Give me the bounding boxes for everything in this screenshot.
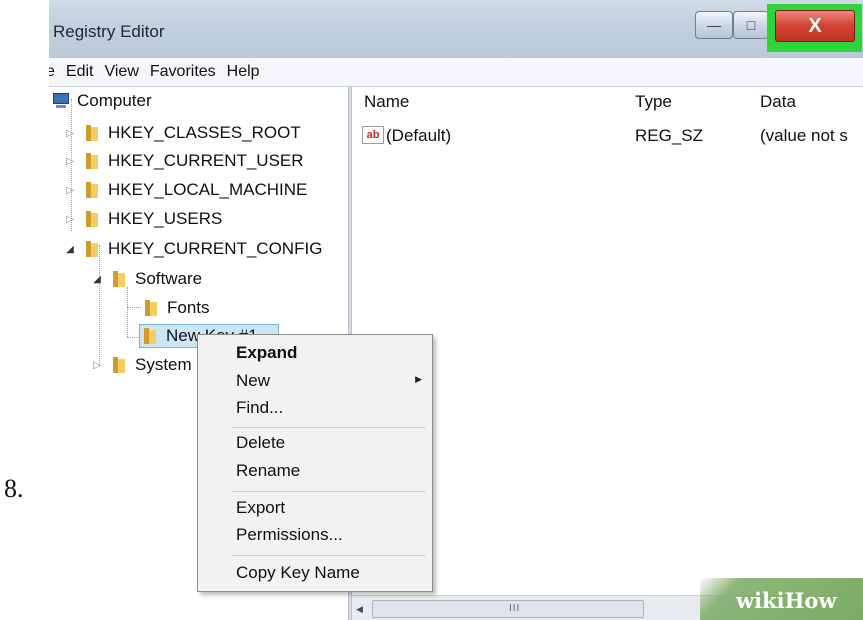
expand-arrow-icon[interactable]: ▷ <box>64 128 76 139</box>
folder-icon <box>82 125 100 141</box>
registry-editor-window: Registry Editor — □ X e Edit View Favori… <box>49 0 863 620</box>
menu-item-new[interactable]: New <box>236 371 270 391</box>
menu-separator <box>232 427 426 428</box>
column-header-data[interactable]: Data <box>760 92 796 112</box>
tree-item-label: Computer <box>77 91 152 110</box>
collapse-arrow-icon[interactable]: ◢ <box>64 244 76 255</box>
collapse-arrow-icon[interactable]: ◢ <box>91 274 103 285</box>
expand-arrow-icon[interactable]: ▷ <box>64 156 76 167</box>
menu-item-export[interactable]: Export <box>236 498 285 518</box>
folder-open-icon <box>82 241 100 257</box>
menu-edit[interactable]: Edit <box>66 63 94 81</box>
folder-icon <box>141 300 159 316</box>
tree-item-software[interactable]: ◢ Software <box>91 267 202 291</box>
watermark-text: wikiHow <box>736 588 837 613</box>
menu-item-delete[interactable]: Delete <box>236 433 285 453</box>
tree-connector <box>127 287 128 337</box>
maximize-button[interactable]: □ <box>733 11 769 39</box>
column-header-type[interactable]: Type <box>635 92 672 112</box>
tree-item-label: Software <box>135 269 203 288</box>
menu-item-find[interactable]: Find... <box>236 398 283 418</box>
value-data: (value not s <box>760 126 848 145</box>
expand-arrow-icon[interactable]: ▷ <box>91 360 103 371</box>
tree-connector <box>127 307 141 308</box>
menu-bar: e Edit View Favorites Help <box>49 58 863 87</box>
submenu-arrow-icon: ▶ <box>415 374 422 384</box>
tree-item-hkey-classes-root[interactable]: ▷ HKEY_CLASSES_ROOT <box>64 121 301 145</box>
scroll-thumb[interactable]: III <box>372 600 644 618</box>
tree-item-label: HKEY_LOCAL_MACHINE <box>108 180 308 199</box>
tree-item-hkey-current-user[interactable]: ▷ HKEY_CURRENT_USER <box>64 149 304 173</box>
list-header: Name Type Data <box>352 87 863 113</box>
menu-item-permissions[interactable]: Permissions... <box>236 525 343 545</box>
close-button[interactable]: X <box>775 10 855 42</box>
tree-item-label: System <box>135 355 192 374</box>
tree-item-label: HKEY_CURRENT_USER <box>108 151 304 170</box>
scroll-left-arrow-icon[interactable]: ◀ <box>356 604 363 615</box>
string-value-icon: ab <box>362 126 384 144</box>
tree-item-hkey-current-config[interactable]: ◢ HKEY_CURRENT_CONFIG <box>64 237 322 261</box>
menu-file[interactable]: e <box>49 63 55 81</box>
tree-item-computer[interactable]: Computer <box>51 89 152 113</box>
title-bar[interactable]: Registry Editor — □ X <box>49 0 863 58</box>
expand-arrow-icon[interactable]: ▷ <box>64 185 76 196</box>
context-menu: Expand New ▶ Find... Delete Rename Expor… <box>197 334 433 592</box>
step-number: 8. <box>4 474 24 503</box>
menu-help[interactable]: Help <box>227 63 260 81</box>
scroll-grip-icon: III <box>509 603 521 614</box>
minimize-button[interactable]: — <box>695 11 733 39</box>
computer-icon <box>51 93 71 109</box>
close-icon: X <box>808 14 822 37</box>
maximize-icon: □ <box>746 17 756 33</box>
tree-item-label: HKEY_CURRENT_CONFIG <box>108 239 323 258</box>
list-row[interactable]: ab (Default) REG_SZ (value not s <box>352 123 863 147</box>
menu-separator <box>232 491 426 492</box>
value-type: REG_SZ <box>635 126 704 145</box>
menu-view[interactable]: View <box>104 63 138 81</box>
folder-icon <box>82 182 100 198</box>
tree-item-hkey-local-machine[interactable]: ▷ HKEY_LOCAL_MACHINE <box>64 178 307 202</box>
tree-item-fonts[interactable]: Fonts <box>141 296 210 320</box>
folder-icon <box>82 211 100 227</box>
tree-item-label: HKEY_CLASSES_ROOT <box>108 123 301 142</box>
value-name: (Default) <box>386 126 452 145</box>
tree-item-hkey-users[interactable]: ▷ HKEY_USERS <box>64 207 222 231</box>
menu-item-rename[interactable]: Rename <box>236 461 300 481</box>
tree-item-label: Fonts <box>167 298 210 317</box>
expand-arrow-icon[interactable]: ▷ <box>64 214 76 225</box>
column-header-name[interactable]: Name <box>364 92 409 112</box>
tree-item-system[interactable]: ▷ System <box>91 353 192 377</box>
menu-item-copy-key-name[interactable]: Copy Key Name <box>236 563 360 583</box>
menu-item-expand[interactable]: Expand <box>236 343 297 363</box>
folder-icon <box>140 328 158 344</box>
minimize-icon: — <box>707 17 721 33</box>
editor-content: Computer ▷ HKEY_CLASSES_ROOT ▷ HKEY_CURR… <box>49 87 863 620</box>
folder-icon <box>109 357 127 373</box>
tree-connector <box>99 245 100 365</box>
folder-icon <box>82 153 100 169</box>
menu-favorites[interactable]: Favorites <box>150 63 216 81</box>
wikihow-watermark: wikiHow <box>700 578 863 620</box>
folder-open-icon <box>109 271 127 287</box>
window-title: Registry Editor <box>53 22 165 41</box>
menu-separator <box>232 555 426 556</box>
tree-item-label: HKEY_USERS <box>108 209 223 228</box>
